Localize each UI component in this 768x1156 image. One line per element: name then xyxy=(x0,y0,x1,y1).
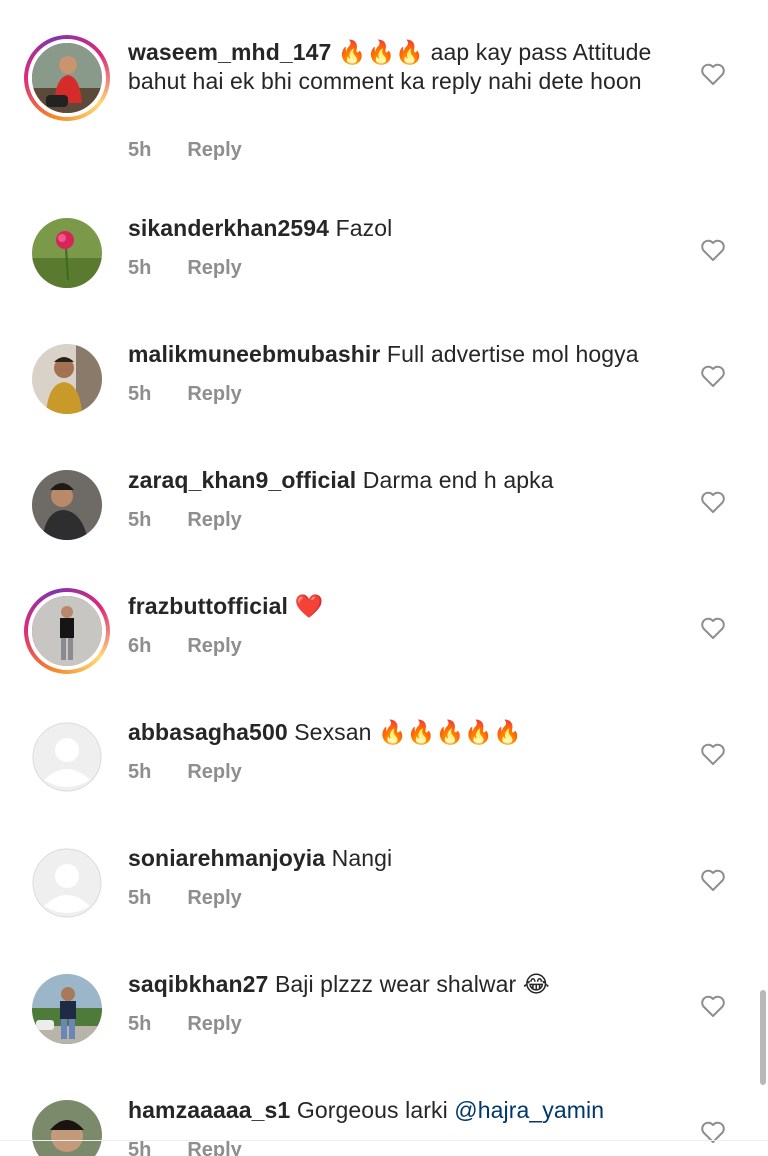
heart-icon[interactable] xyxy=(700,490,726,514)
comment-item: sikanderkhan2594 Fazol 5h Reply xyxy=(0,190,768,316)
comment-item: malikmuneebmubashir Full advertise mol h… xyxy=(0,316,768,442)
comment-item: zaraq_khan9_official Darma end h apka 5h… xyxy=(0,442,768,568)
reply-button[interactable]: Reply xyxy=(187,887,241,909)
comment-username[interactable]: hamzaaaaa_s1 xyxy=(128,1097,290,1123)
default-avatar-icon xyxy=(32,722,102,792)
comment-text: Baji plzzz wear shalwar 😂 xyxy=(274,971,550,997)
comment-item: saqibkhan27 Baji plzzz wear shalwar 😂 5h… xyxy=(0,946,768,1072)
comment-time: 5h xyxy=(128,1139,152,1156)
avatar[interactable] xyxy=(32,344,102,414)
comment-username[interactable]: zaraq_khan9_official xyxy=(128,467,356,493)
comment-text: Sexsan 🔥🔥🔥🔥🔥 xyxy=(294,719,522,745)
comment-username[interactable]: saqibkhan27 xyxy=(128,971,268,997)
comment-item: abbasagha500 Sexsan 🔥🔥🔥🔥🔥 5h Reply xyxy=(0,694,768,820)
reply-button[interactable]: Reply xyxy=(187,257,241,279)
comment-time: 5h xyxy=(128,1013,152,1035)
comment-username[interactable]: sikanderkhan2594 xyxy=(128,215,329,241)
comment-time: 5h xyxy=(128,761,152,783)
comment-username[interactable]: malikmuneebmubashir xyxy=(128,341,380,367)
comment-username[interactable]: frazbuttofficial xyxy=(128,593,288,619)
comment-item: hamzaaaaa_s1 Gorgeous larki @hajra_yamin… xyxy=(0,1072,768,1156)
avatar[interactable] xyxy=(24,588,110,674)
heart-icon[interactable] xyxy=(700,238,726,262)
avatar-photo xyxy=(32,974,102,1044)
comment-item: soniarehmanjoyia Nangi 5h Reply xyxy=(0,820,768,946)
reply-button[interactable]: Reply xyxy=(187,383,241,405)
avatar[interactable] xyxy=(32,470,102,540)
avatar[interactable] xyxy=(32,1100,102,1156)
heart-icon[interactable] xyxy=(700,62,726,86)
comment-username[interactable]: soniarehmanjoyia xyxy=(128,845,325,871)
heart-icon[interactable] xyxy=(700,994,726,1018)
heart-icon[interactable] xyxy=(700,364,726,388)
heart-icon[interactable] xyxy=(700,616,726,640)
comment-text: Darma end h apka xyxy=(362,467,554,493)
avatar-photo xyxy=(32,1100,102,1156)
avatar[interactable] xyxy=(32,722,102,792)
avatar-photo xyxy=(32,596,102,666)
avatar-photo xyxy=(32,43,102,113)
avatar[interactable] xyxy=(24,35,110,121)
reply-button[interactable]: Reply xyxy=(187,139,241,161)
comment-time: 5h xyxy=(128,383,152,405)
comment-text: Full advertise mol hogya xyxy=(386,341,639,367)
reply-button[interactable]: Reply xyxy=(187,761,241,783)
comment-item: waseem_mhd_147 🔥🔥🔥 aap kay pass Attitude… xyxy=(0,0,768,190)
scrollbar[interactable] xyxy=(760,990,766,1085)
reply-button[interactable]: Reply xyxy=(187,635,241,657)
avatar-photo xyxy=(32,218,102,288)
comment-text: Fazol xyxy=(335,215,393,241)
default-avatar-icon xyxy=(32,848,102,918)
comment-time: 5h xyxy=(128,257,152,279)
avatar[interactable] xyxy=(32,218,102,288)
reply-button[interactable]: Reply xyxy=(187,509,241,531)
avatar-photo xyxy=(32,470,102,540)
reply-button[interactable]: Reply xyxy=(187,1013,241,1035)
avatar-photo xyxy=(32,344,102,414)
divider xyxy=(0,1140,768,1141)
comment-time: 5h xyxy=(128,887,152,909)
comment-text: Gorgeous larki xyxy=(296,1097,448,1123)
avatar[interactable] xyxy=(32,974,102,1044)
avatar[interactable] xyxy=(32,848,102,918)
reply-button[interactable]: Reply xyxy=(187,1139,241,1156)
comment-mention[interactable]: @hajra_yamin xyxy=(454,1097,604,1123)
comment-username[interactable]: waseem_mhd_147 xyxy=(128,39,331,65)
comment-text: Nangi xyxy=(331,845,393,871)
comment-item: frazbuttofficial ❤️ 6h Reply xyxy=(0,568,768,694)
comment-username[interactable]: abbasagha500 xyxy=(128,719,288,745)
comment-time: 5h xyxy=(128,139,152,161)
comment-text: ❤️ xyxy=(294,593,324,619)
comment-time: 6h xyxy=(128,635,152,657)
heart-icon[interactable] xyxy=(700,868,726,892)
comment-time: 5h xyxy=(128,509,152,531)
heart-icon[interactable] xyxy=(700,742,726,766)
